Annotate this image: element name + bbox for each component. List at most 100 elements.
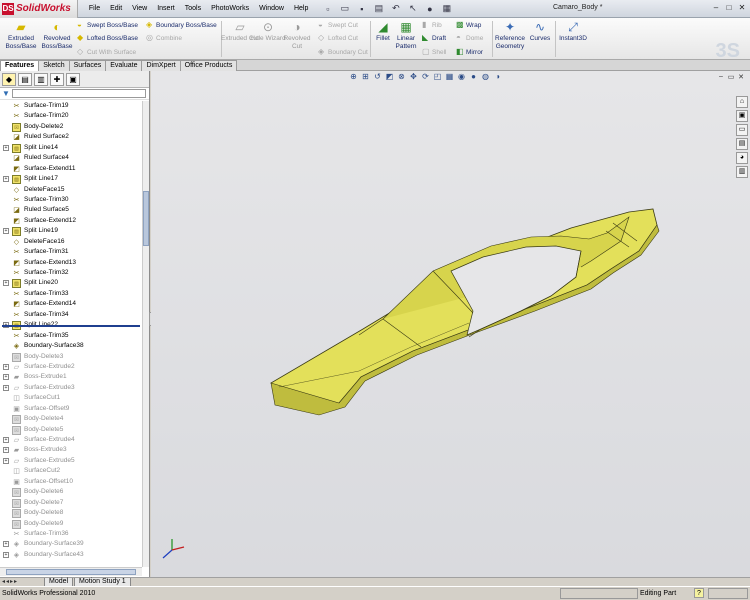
scroll-thumb[interactable] <box>6 569 136 575</box>
tree-item[interactable]: ◪ Ruled Surface2 <box>0 132 142 142</box>
tree-item[interactable]: ☒ Body-Delete5 <box>0 425 142 435</box>
graphics-area[interactable]: ⊕ ⊞ ↺ ◩ ⊗ ✥ ⟳ ◰ ▦ ◉ ● ◍ ◑ – ▭ ✕ ⌂ ▣ ▭ ▤ … <box>151 71 750 577</box>
tree-item[interactable]: ◩ Surface-Extend11 <box>0 164 142 174</box>
tree-horizontal-scrollbar[interactable] <box>0 567 142 576</box>
tree-item[interactable]: ◇ DeleteFace16 <box>0 237 142 247</box>
expand-toggle-icon[interactable]: + <box>3 541 9 548</box>
solidworks-logo[interactable]: DS SolidWorks <box>0 0 78 18</box>
tree-item[interactable]: + ▱ Surface-Extrude5 <box>0 456 142 466</box>
rib-button[interactable]: ▮ Rib <box>422 20 442 30</box>
expand-toggle-icon[interactable]: + <box>3 457 9 464</box>
tree-item[interactable]: + ◈ Boundary-Surface39 <box>0 539 142 549</box>
expand-toggle-icon[interactable]: + <box>3 437 9 443</box>
filter-input[interactable] <box>12 89 146 98</box>
tree-item[interactable]: ☒ Body-Delete8 <box>0 508 142 519</box>
rebuild-icon[interactable]: ● <box>422 2 437 16</box>
tree-item[interactable]: ✂ Surface-Trim32 <box>0 268 142 278</box>
cut-with-surface-button[interactable]: ◇ Cut With Surface <box>77 47 136 57</box>
swept-boss-button[interactable]: ◒ Swept Boss/Base <box>77 20 138 30</box>
tree-item[interactable]: ✂ Surface-Trim35 <box>0 331 142 341</box>
expand-toggle-icon[interactable]: + <box>3 280 9 287</box>
feature-tree-tab-icon[interactable]: ◆ <box>2 72 16 86</box>
extruded-boss-button[interactable]: ▰ Extruded Boss/Base <box>2 20 40 50</box>
menu-help[interactable]: Help <box>289 0 313 18</box>
tree-item[interactable]: ▣ Surface-Offset9 <box>0 404 142 414</box>
tree-item[interactable]: ✂ Surface-Trim34 <box>0 310 142 320</box>
expand-toggle-icon[interactable]: + <box>3 176 9 183</box>
tree-item[interactable]: ☒ Body-Delete2 <box>0 122 142 132</box>
display-manager-tab-icon[interactable]: ▣ <box>66 72 80 86</box>
linear-pattern-button[interactable]: ▦ Linear Pattern <box>392 20 420 50</box>
revolved-boss-button[interactable]: ◐ Revolved Boss/Base <box>38 20 76 50</box>
tree-item[interactable]: ◪ Ruled Surface5 <box>0 205 142 215</box>
tree-item[interactable]: ◫ SurfaceCut1 <box>0 393 142 403</box>
rollback-bar[interactable] <box>2 325 140 327</box>
tree-item[interactable]: ☒ Body-Delete9 <box>0 519 142 529</box>
expand-toggle-icon[interactable]: + <box>3 384 9 391</box>
expand-toggle-icon[interactable]: + <box>3 551 9 558</box>
new-icon[interactable]: ▫ <box>320 2 335 16</box>
tree-item[interactable]: + ▱ Surface-Extrude2 <box>0 362 142 372</box>
expand-toggle-icon[interactable]: + <box>3 363 9 370</box>
undo-icon[interactable]: ↶ <box>388 2 403 16</box>
shell-button[interactable]: ▢ Shell <box>422 47 446 57</box>
tree-item[interactable]: ☒ Body-Delete3 <box>0 352 142 362</box>
dome-button[interactable]: ◓ Dome <box>456 33 483 43</box>
tree-item[interactable]: ✂ Surface-Trim36 <box>0 529 142 539</box>
tab-office-products[interactable]: Office Products <box>179 60 238 71</box>
tree-item[interactable]: ◪ Ruled Surface4 <box>0 153 142 163</box>
tree-item[interactable]: + ▰ Boss-Extrude1 <box>0 372 142 382</box>
tree-vertical-scrollbar[interactable] <box>142 101 149 567</box>
tree-item[interactable]: ✂ Surface-Trim33 <box>0 289 142 299</box>
car-body-surface[interactable] <box>270 208 660 416</box>
menu-window[interactable]: Window <box>254 0 289 18</box>
expand-toggle-icon[interactable]: + <box>3 144 9 151</box>
print-icon[interactable]: ▤ <box>371 2 386 16</box>
tree-item[interactable]: ☒ Body-Delete6 <box>0 487 142 498</box>
scroll-thumb[interactable] <box>143 191 149 246</box>
tree-item[interactable]: ✂ Surface-Trim30 <box>0 195 142 205</box>
car-body-model[interactable] <box>151 71 750 577</box>
tree-item[interactable]: ▣ Surface-Offset10 <box>0 477 142 487</box>
tree-item[interactable]: + ▧ Split Line20 <box>0 278 142 289</box>
tree-item[interactable]: ◈ Boundary-Surface38 <box>0 341 142 351</box>
wrap-button[interactable]: ▩ Wrap <box>456 20 481 30</box>
expand-toggle-icon[interactable]: + <box>3 228 9 235</box>
tree-item[interactable]: + ◈ Boundary-Surface43 <box>0 550 142 560</box>
select-icon[interactable]: ↖ <box>405 2 420 16</box>
curves-button[interactable]: ∿ Curves <box>526 20 554 43</box>
mirror-button[interactable]: ◧ Mirror <box>456 47 483 57</box>
tree-item[interactable]: ☒ Body-Delete4 <box>0 414 142 425</box>
tree-item[interactable]: ✂ Surface-Trim19 <box>0 101 142 111</box>
tree-item[interactable]: ✂ Surface-Trim31 <box>0 247 142 257</box>
tree-item[interactable]: + ▰ Boss-Extrude3 <box>0 445 142 455</box>
draft-button[interactable]: ◣ Draft <box>422 33 446 43</box>
tab-scroll-arrows-icon[interactable]: ◂◂▸▸ <box>2 578 18 585</box>
tree-item[interactable]: ◇ DeleteFace15 <box>0 185 142 195</box>
tree-item[interactable]: ◩ Surface-Extend12 <box>0 216 142 226</box>
instant3d-button[interactable]: ⤢ Instant3D <box>556 20 590 43</box>
property-manager-tab-icon[interactable]: ▤ <box>18 72 32 86</box>
menu-file[interactable]: File <box>84 0 105 18</box>
tree-item[interactable]: ◩ Surface-Extend14 <box>0 299 142 309</box>
lofted-boss-button[interactable]: ◆ Lofted Boss/Base <box>77 33 138 43</box>
open-icon[interactable]: ▭ <box>337 2 352 16</box>
menu-tools[interactable]: Tools <box>180 0 206 18</box>
close-icon[interactable]: ✕ <box>736 2 748 14</box>
menu-edit[interactable]: Edit <box>105 0 127 18</box>
options-icon[interactable]: ▦ <box>439 2 454 16</box>
save-icon[interactable]: ▪ <box>354 2 369 16</box>
tree-item[interactable]: + ▧ Split Line17 <box>0 174 142 185</box>
tree-item[interactable]: + ▧ Split Line14 <box>0 143 142 153</box>
tree-item[interactable]: ◩ Surface-Extend13 <box>0 258 142 268</box>
help-icon[interactable]: ? <box>694 588 704 598</box>
configuration-manager-tab-icon[interactable]: ▥ <box>34 72 48 86</box>
combine-button[interactable]: ◎ Combine <box>146 33 182 43</box>
minimize-icon[interactable]: – <box>710 2 722 14</box>
tree-item[interactable]: ☒ Body-Delete7 <box>0 498 142 508</box>
lofted-cut-button[interactable]: ◇ Lofted Cut <box>318 33 358 43</box>
maximize-icon[interactable]: □ <box>723 2 735 14</box>
tab-evaluate[interactable]: Evaluate <box>105 60 143 71</box>
reference-geometry-button[interactable]: ✦ Reference Geometry <box>492 20 528 50</box>
tree-item[interactable]: ◫ SurfaceCut2 <box>0 466 142 476</box>
